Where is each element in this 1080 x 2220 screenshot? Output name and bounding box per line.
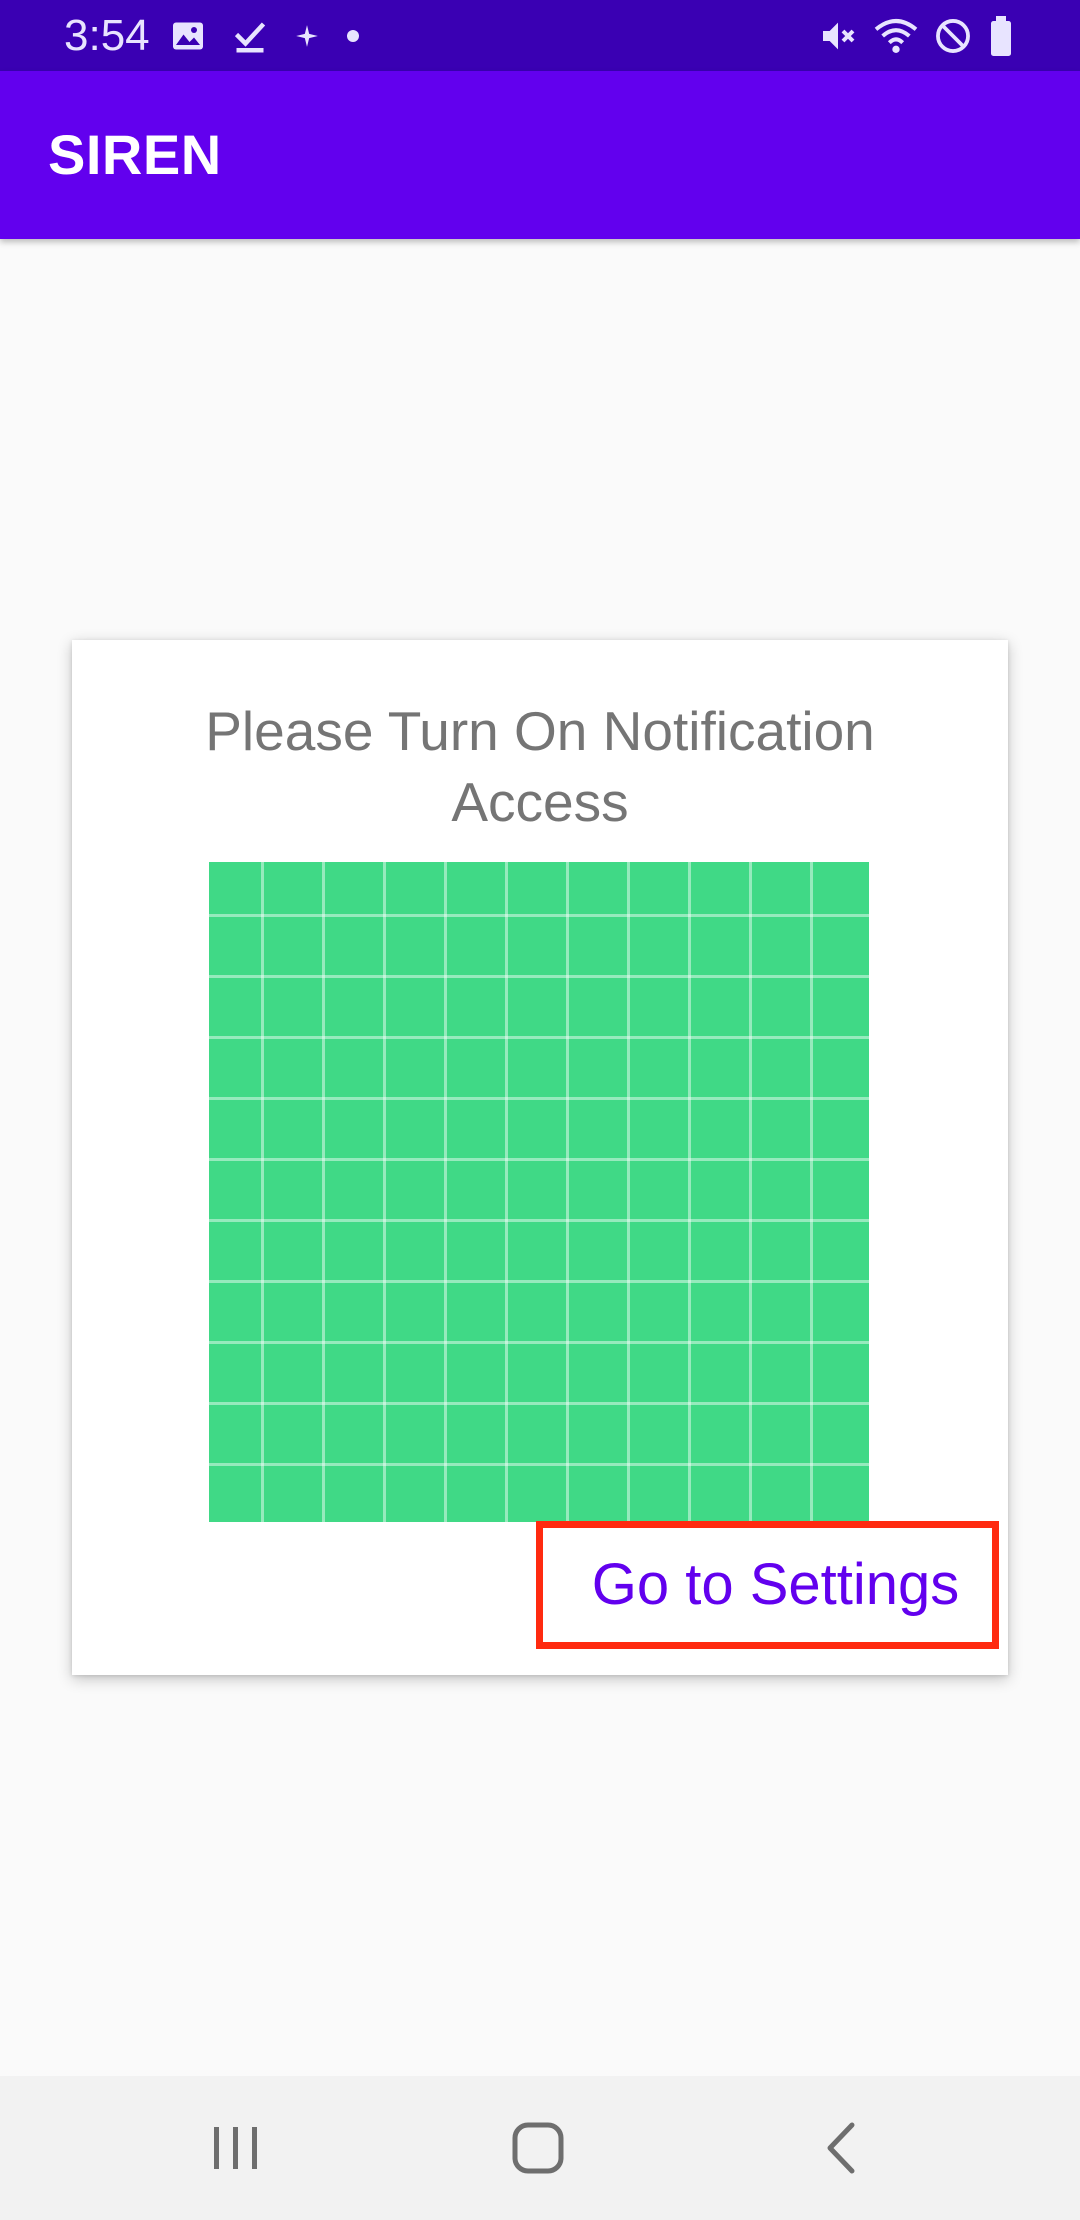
status-system-icons <box>818 14 1014 58</box>
dot-icon <box>347 30 359 42</box>
navigation-bar <box>0 2076 1080 2220</box>
do-not-disturb-icon <box>936 19 970 53</box>
wifi-icon <box>874 19 918 53</box>
recents-button[interactable] <box>186 2098 286 2198</box>
go-to-settings-label: Go to Settings <box>591 1552 960 1617</box>
go-to-settings-button[interactable]: Go to Settings <box>536 1521 999 1649</box>
status-bar: 3:54 <box>0 0 1080 71</box>
notification-access-message: Please Turn On Notification Access <box>205 700 875 833</box>
sparkle-icon <box>296 25 318 47</box>
mute-icon <box>823 22 855 50</box>
back-button[interactable] <box>792 2098 892 2198</box>
image-icon <box>173 22 203 50</box>
recents-icon <box>214 2127 257 2169</box>
status-notification-icons <box>170 14 360 58</box>
app-bar: SIREN <box>0 71 1080 239</box>
notification-access-card: Please Turn On Notification Access Go to… <box>72 640 1008 1675</box>
green-grid-image <box>209 862 869 1522</box>
back-icon <box>827 2122 855 2174</box>
battery-icon <box>991 16 1011 56</box>
app-title: SIREN <box>48 123 222 186</box>
home-icon <box>512 2122 564 2174</box>
home-button[interactable] <box>488 2098 588 2198</box>
check-download-icon <box>234 22 266 53</box>
status-time: 3:54 <box>64 11 150 60</box>
